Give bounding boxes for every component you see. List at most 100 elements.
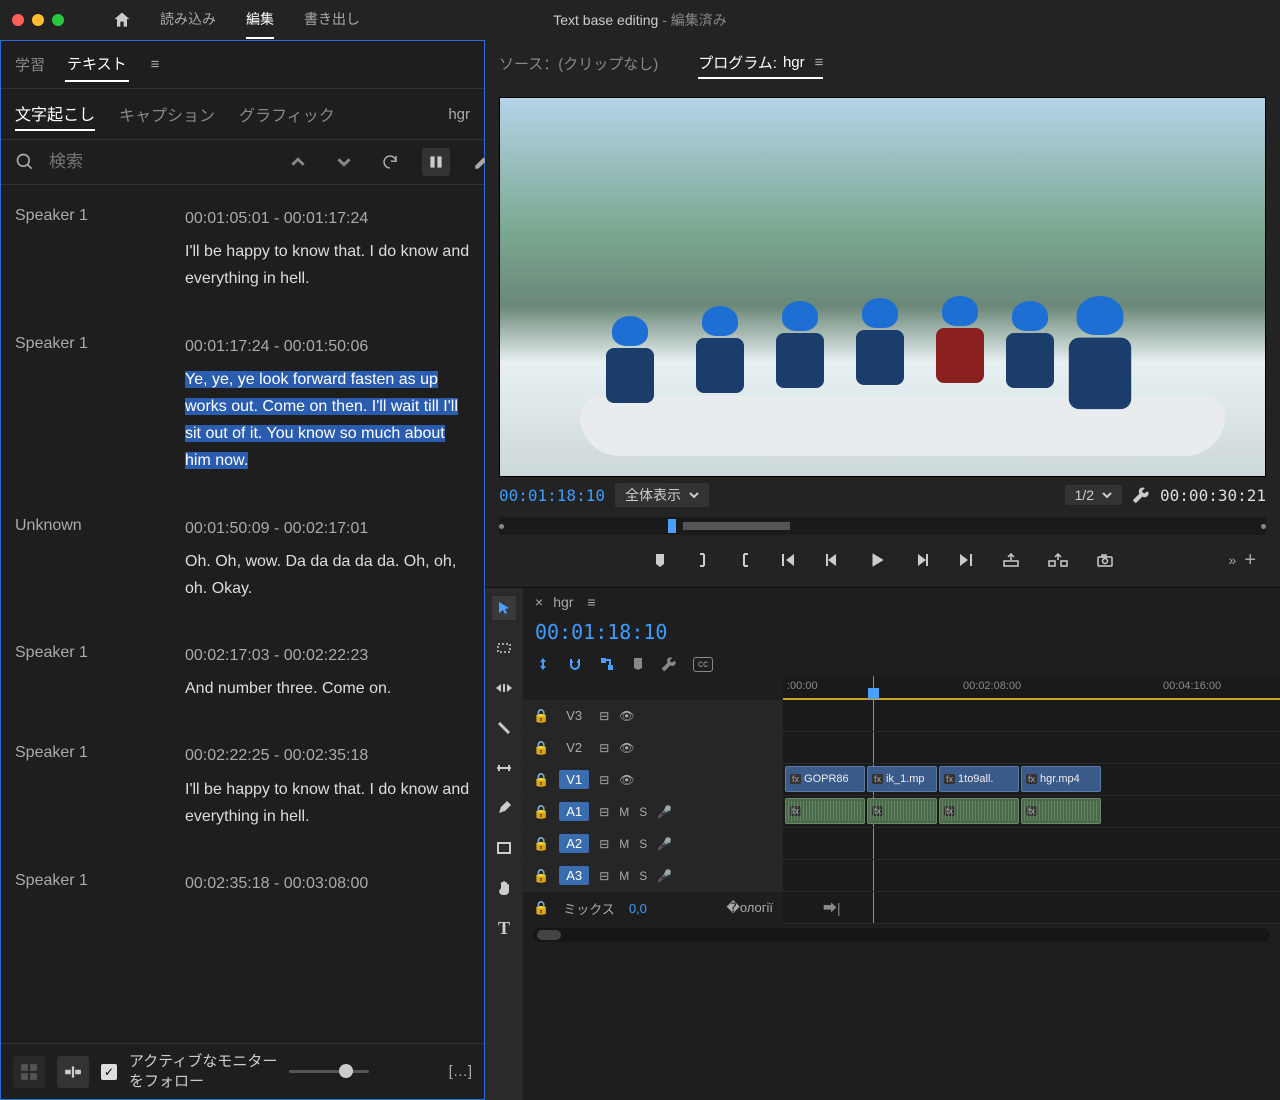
track-label[interactable]: A2 xyxy=(559,834,589,853)
track-header-a1[interactable]: 🔒 A1 ⊟ M S 🎤 xyxy=(523,796,783,828)
time-ruler[interactable]: :00:00 00:02:08:00 00:04:16:00 xyxy=(783,676,1280,700)
snap-icon[interactable] xyxy=(535,656,551,672)
transcript-entry[interactable]: Speaker 1 00:01:05:01 - 00:01:17:24 I'll… xyxy=(15,205,470,293)
wrench-icon[interactable] xyxy=(1132,486,1150,504)
mute-button[interactable]: M xyxy=(619,805,629,819)
tracks-canvas[interactable]: :00:00 00:02:08:00 00:04:16:00 fxGOPR86 … xyxy=(783,676,1280,924)
panel-tab-text[interactable]: テキスト xyxy=(65,47,129,82)
add-button-icon[interactable]: + xyxy=(1244,549,1256,572)
close-sequence-icon[interactable]: × xyxy=(535,594,543,610)
transcript-entry[interactable]: Speaker 1 00:02:22:25 - 00:02:35:18 I'll… xyxy=(15,742,470,830)
transcript-text[interactable]: I'll be happy to know that. I do know an… xyxy=(185,243,469,287)
mark-out-icon[interactable] xyxy=(738,552,752,568)
lock-icon[interactable]: 🔒 xyxy=(533,836,549,852)
step-back-icon[interactable] xyxy=(824,552,840,568)
fit-dropdown[interactable]: 全体表示 xyxy=(615,483,709,507)
transcript-entry[interactable]: Speaker 1 00:02:17:03 - 00:02:22:23 And … xyxy=(15,642,470,702)
solo-button[interactable]: S xyxy=(639,837,647,851)
mute-button[interactable]: M xyxy=(619,869,629,883)
monitor-timecode-in[interactable]: 00:01:18:10 xyxy=(499,486,605,505)
close-window[interactable] xyxy=(12,14,24,26)
solo-button[interactable]: S xyxy=(639,805,647,819)
audio-clip[interactable]: fx xyxy=(867,798,937,824)
mic-icon[interactable]: 🎤 xyxy=(657,805,672,819)
audio-clip[interactable]: fx xyxy=(939,798,1019,824)
footer-insert-icon[interactable] xyxy=(57,1056,89,1088)
audio-clip[interactable]: fx xyxy=(785,798,865,824)
zoom-slider[interactable] xyxy=(289,1070,369,1073)
toggle-output-icon[interactable]: ⊟ xyxy=(599,837,609,851)
more-transport-icon[interactable]: » xyxy=(1229,552,1237,568)
transcript-entry[interactable]: Speaker 1 00:02:35:18 - 00:03:08:00 xyxy=(15,870,470,903)
video-clip[interactable]: fx1to9all. xyxy=(939,766,1019,792)
video-clip[interactable]: fxhgr.mp4 xyxy=(1021,766,1101,792)
track-header-a3[interactable]: 🔒 A3 ⊟ M S 🎤 xyxy=(523,860,783,892)
maximize-window[interactable] xyxy=(52,14,64,26)
track-lane-v2[interactable] xyxy=(783,732,1280,764)
monitor-mini-timeline[interactable] xyxy=(499,517,1266,535)
toggle-output-icon[interactable]: ⊟ xyxy=(599,773,609,787)
footer-more-button[interactable]: […] xyxy=(449,1063,472,1080)
track-label[interactable]: V3 xyxy=(559,706,589,725)
search-icon[interactable] xyxy=(15,152,35,172)
timeline-hscroll[interactable] xyxy=(533,928,1270,942)
follow-monitor-checkbox[interactable]: ✓ xyxy=(101,1064,117,1080)
mix-out-icon[interactable]: �ології xyxy=(727,900,773,916)
lock-icon[interactable]: 🔒 xyxy=(533,804,549,820)
eye-icon[interactable]: 👁 xyxy=(619,709,634,723)
sequence-name[interactable]: hgr xyxy=(553,594,573,610)
razor-tool-icon[interactable] xyxy=(492,716,516,740)
track-lane-a2[interactable] xyxy=(783,828,1280,860)
transcript-list[interactable]: Speaker 1 00:01:05:01 - 00:01:17:24 I'll… xyxy=(1,185,484,1043)
minimize-window[interactable] xyxy=(32,14,44,26)
mark-in-icon[interactable] xyxy=(696,552,710,568)
transcript-text[interactable]: Ye, ye, ye look forward fasten as up wor… xyxy=(185,371,458,470)
refresh-icon[interactable] xyxy=(376,148,404,176)
track-header-v3[interactable]: 🔒 V3 ⊟ 👁 xyxy=(523,700,783,732)
go-to-out-icon[interactable] xyxy=(958,552,974,568)
play-icon[interactable] xyxy=(868,551,886,569)
toggle-output-icon[interactable]: ⊟ xyxy=(599,869,609,883)
mix-value[interactable]: 0,0 xyxy=(629,901,647,916)
toggle-output-icon[interactable]: ⊟ xyxy=(599,805,609,819)
transcript-text[interactable]: And number three. Come on. xyxy=(185,680,391,697)
go-to-in-icon[interactable] xyxy=(780,552,796,568)
toggle-output-icon[interactable]: ⊟ xyxy=(599,709,609,723)
mic-icon[interactable]: 🎤 xyxy=(657,869,672,883)
subtab-transcript[interactable]: 文字起こし xyxy=(15,97,95,131)
transcript-text[interactable]: Oh. Oh, wow. Da da da da da. Oh, oh, oh.… xyxy=(185,553,456,597)
panel-menu-icon[interactable]: ≡ xyxy=(151,56,160,73)
track-lane-a1[interactable]: fx fx fx fx xyxy=(783,796,1280,828)
magnet-icon[interactable] xyxy=(567,656,583,672)
add-marker-icon[interactable] xyxy=(652,552,668,568)
toggle-output-icon[interactable]: ⊟ xyxy=(599,741,609,755)
selection-tool-icon[interactable] xyxy=(492,596,516,620)
rectangle-tool-icon[interactable] xyxy=(492,836,516,860)
tab-import[interactable]: 読み込み xyxy=(160,1,216,39)
track-header-a2[interactable]: 🔒 A2 ⊟ M S 🎤 xyxy=(523,828,783,860)
prev-result-icon[interactable] xyxy=(284,148,312,176)
export-frame-icon[interactable] xyxy=(1096,552,1114,568)
track-label[interactable]: A1 xyxy=(559,802,589,821)
search-input[interactable] xyxy=(49,152,270,172)
hand-tool-icon[interactable] xyxy=(492,876,516,900)
track-select-tool-icon[interactable] xyxy=(492,636,516,660)
transcript-entry[interactable]: Speaker 1 00:01:17:24 - 00:01:50:06 Ye, … xyxy=(15,333,470,475)
transcript-entry[interactable]: Unknown 00:01:50:09 - 00:02:17:01 Oh. Oh… xyxy=(15,515,470,603)
home-icon[interactable] xyxy=(112,10,132,30)
track-header-v2[interactable]: 🔒 V2 ⊟ 👁 xyxy=(523,732,783,764)
lock-icon[interactable]: 🔒 xyxy=(533,772,549,788)
pen-tool-icon[interactable] xyxy=(492,796,516,820)
program-menu-icon[interactable]: ≡ xyxy=(815,54,824,71)
cc-badge[interactable]: cc xyxy=(693,657,713,672)
pause-segments-icon[interactable] xyxy=(422,148,450,176)
footer-grid-icon[interactable] xyxy=(13,1056,45,1088)
lift-icon[interactable] xyxy=(1002,552,1020,568)
tab-export[interactable]: 書き出し xyxy=(304,1,360,39)
lock-icon[interactable]: 🔒 xyxy=(533,900,549,916)
lock-icon[interactable]: 🔒 xyxy=(533,740,549,756)
program-monitor-tab[interactable]: プログラム: hgr ≡ xyxy=(698,48,823,79)
video-clip[interactable]: fxik_1.mp xyxy=(867,766,937,792)
type-tool-icon[interactable]: T xyxy=(492,916,516,940)
track-lane-v1[interactable]: fxGOPR86 fxik_1.mp fx1to9all. fxhgr.mp4 xyxy=(783,764,1280,796)
